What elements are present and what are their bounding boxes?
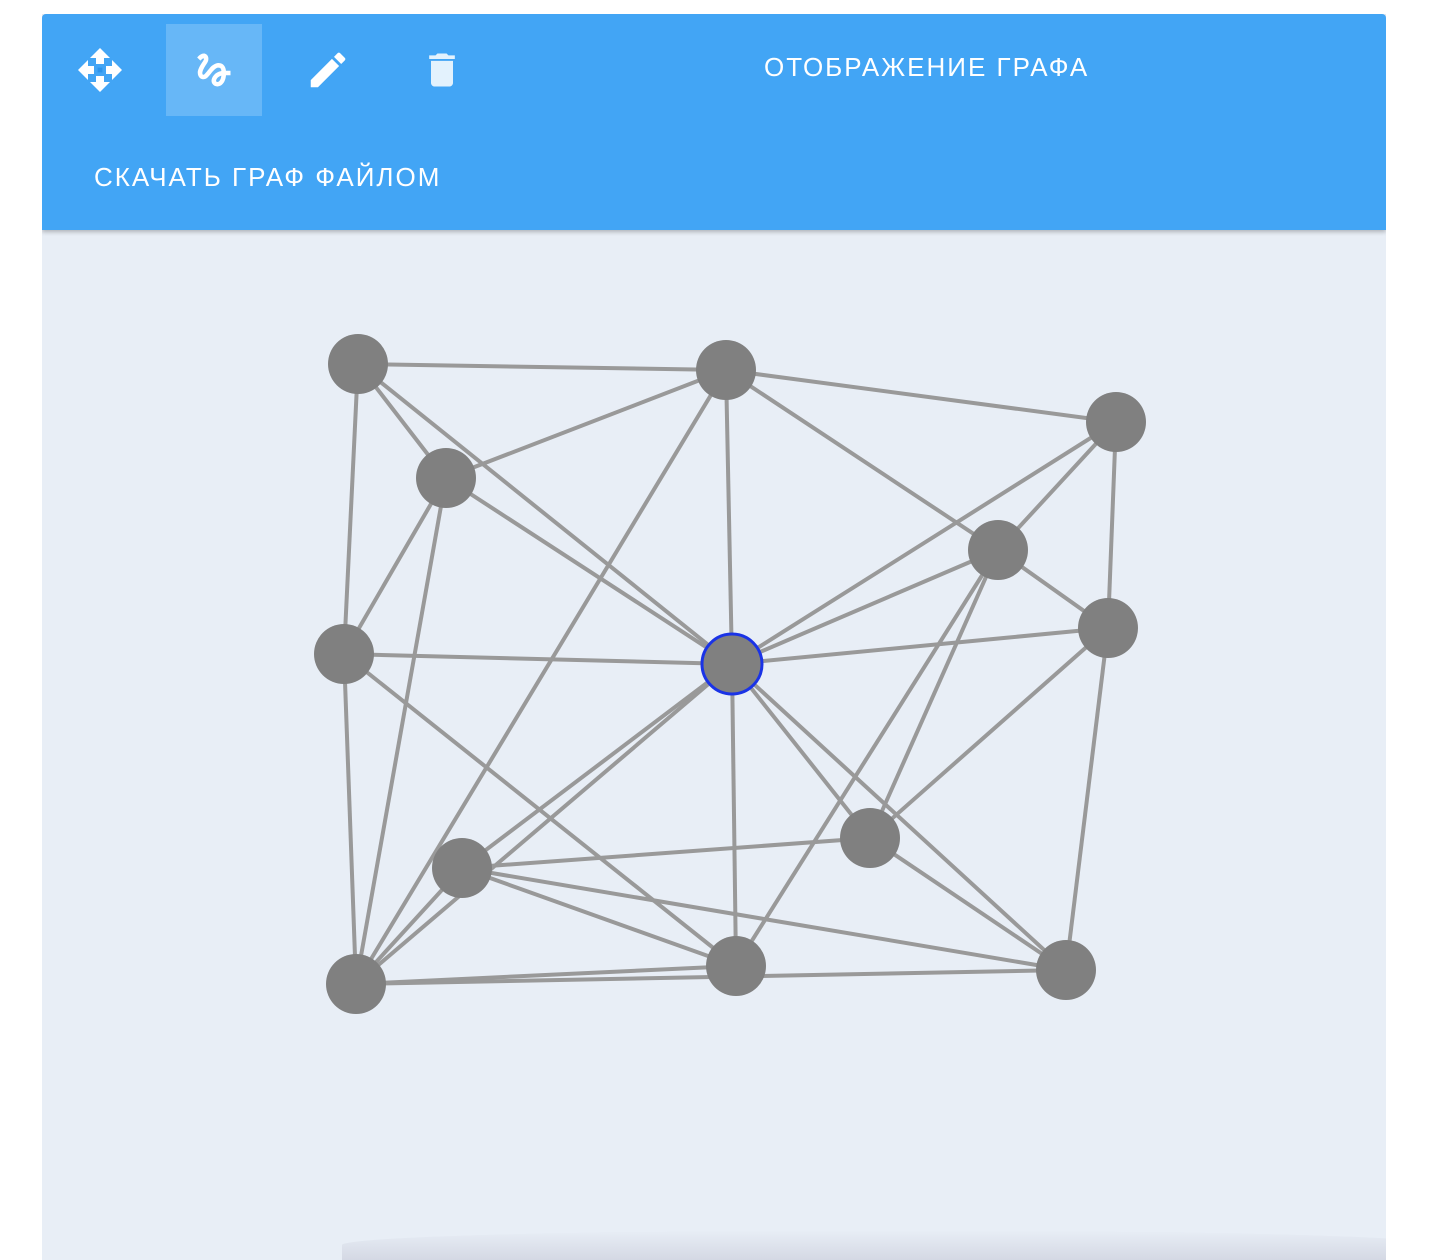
graph-edge[interactable] bbox=[460, 662, 734, 870]
graph-node[interactable] bbox=[1036, 940, 1096, 1000]
graph-edge[interactable] bbox=[444, 476, 734, 666]
trash-icon bbox=[429, 53, 455, 87]
delete-tool-button[interactable] bbox=[394, 24, 490, 116]
move-tool-button[interactable] bbox=[52, 24, 148, 116]
graph-node[interactable] bbox=[328, 334, 388, 394]
move-icon bbox=[78, 48, 122, 92]
graph-edge[interactable] bbox=[725, 368, 1117, 424]
page-title: ОТОБРАЖЕНИЕ ГРАФА bbox=[764, 52, 1090, 82]
graph-edge[interactable] bbox=[724, 369, 734, 665]
graph-edge[interactable] bbox=[342, 653, 358, 985]
edit-tool-button[interactable] bbox=[280, 24, 376, 116]
graph-edge[interactable] bbox=[868, 836, 1068, 972]
graph-edge[interactable] bbox=[343, 652, 733, 666]
graph-edge[interactable] bbox=[730, 420, 1118, 666]
pencil-icon bbox=[310, 52, 346, 88]
gesture-icon bbox=[197, 53, 231, 87]
graph-node[interactable] bbox=[1086, 392, 1146, 452]
graph-node[interactable] bbox=[840, 808, 900, 868]
graph-edge[interactable] bbox=[461, 866, 737, 968]
graph-edge[interactable] bbox=[1106, 421, 1118, 629]
graph-edge[interactable] bbox=[731, 626, 1109, 666]
graph-node-selected[interactable] bbox=[700, 632, 764, 696]
graph-node[interactable] bbox=[314, 624, 374, 684]
graph-edge[interactable] bbox=[342, 363, 360, 655]
graph-edge[interactable] bbox=[1064, 627, 1110, 971]
graph-node[interactable] bbox=[1078, 598, 1138, 658]
toolbar: ОТОБРАЖЕНИЕ ГРАФА СКАЧАТЬ ГРАФ ФАЙЛОМ bbox=[42, 14, 1386, 230]
graph-node[interactable] bbox=[416, 448, 476, 508]
graph-node[interactable] bbox=[696, 340, 756, 400]
graph-edge[interactable] bbox=[730, 663, 738, 967]
bottom-shadow bbox=[342, 1230, 1386, 1260]
graph-node[interactable] bbox=[968, 520, 1028, 580]
download-graph-button[interactable]: СКАЧАТЬ ГРАФ ФАЙЛОМ bbox=[82, 156, 453, 199]
graph-node[interactable] bbox=[706, 936, 766, 996]
graph-edge[interactable] bbox=[868, 626, 1110, 840]
graph-edge[interactable] bbox=[868, 549, 1000, 839]
graph-edge[interactable] bbox=[461, 866, 1067, 972]
graph-node[interactable] bbox=[326, 954, 386, 1014]
graph-edge[interactable] bbox=[357, 362, 727, 372]
graph-edge[interactable] bbox=[354, 662, 734, 986]
graph-edge[interactable] bbox=[356, 362, 734, 666]
graph-edge[interactable] bbox=[731, 548, 999, 666]
graph-edge[interactable] bbox=[730, 662, 872, 840]
draw-edge-tool-button[interactable] bbox=[166, 24, 262, 116]
graph-node[interactable] bbox=[432, 838, 492, 898]
graph-app: ОТОБРАЖЕНИЕ ГРАФА СКАЧАТЬ ГРАФ ФАЙЛОМ bbox=[42, 14, 1386, 1260]
graph-edge[interactable] bbox=[445, 368, 727, 480]
